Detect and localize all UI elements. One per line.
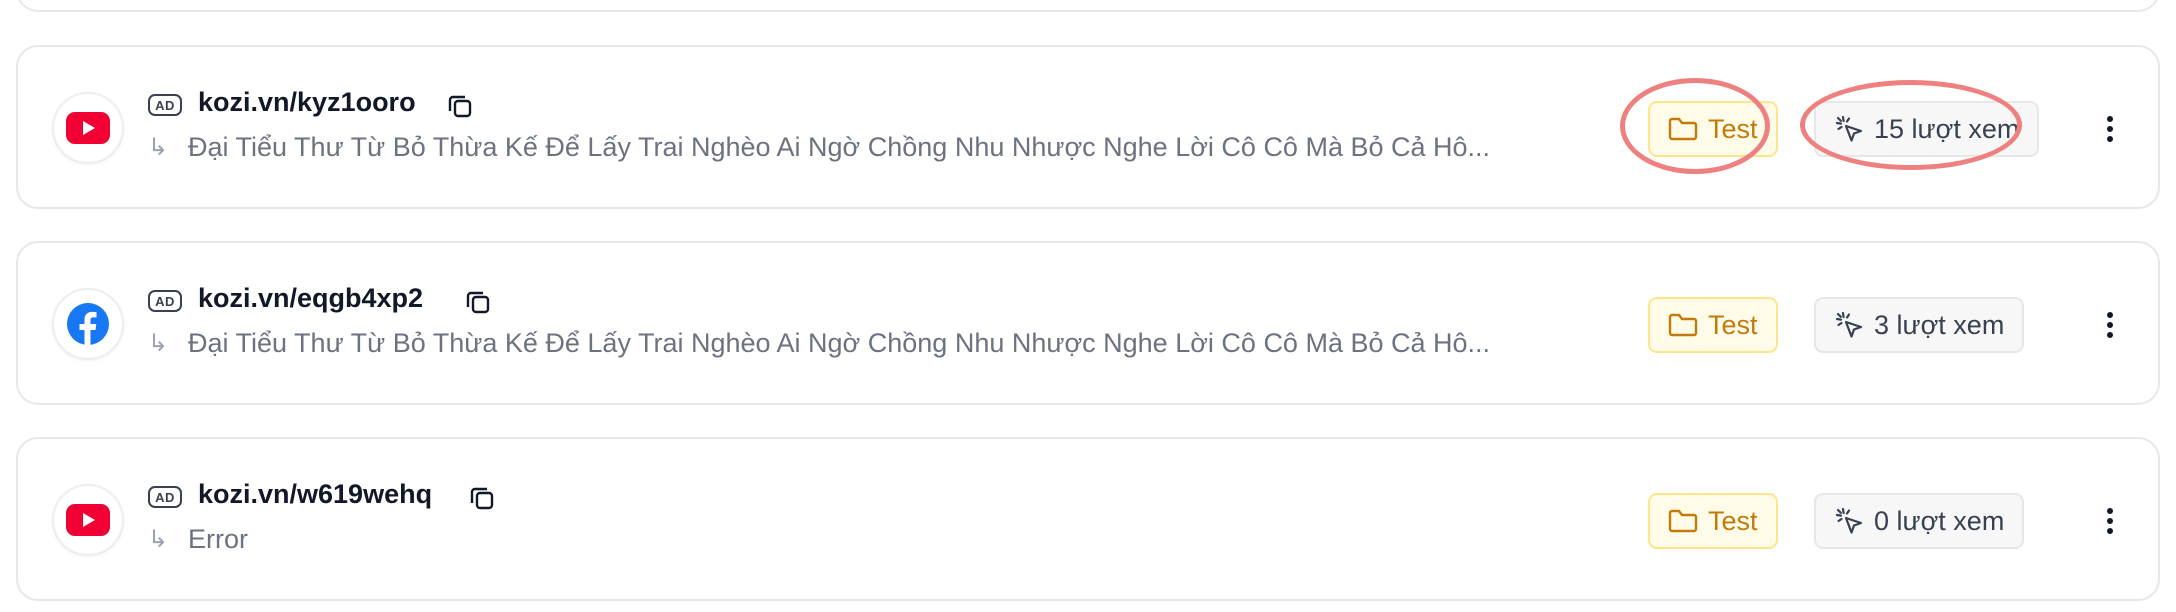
folder-icon — [1668, 117, 1698, 141]
views-count: 3 lượt xem — [1874, 309, 2005, 340]
link-card[interactable]: AD kozi.vn/kyz1ooro ↳ Đại Tiểu Thư Từ Bỏ… — [16, 45, 2160, 209]
link-title: Đại Tiểu Thư Từ Bỏ Thừa Kế Để Lấy Trai N… — [188, 132, 1491, 162]
folder-icon — [1668, 509, 1698, 533]
more-vertical-icon — [2107, 312, 2113, 338]
copy-link-button[interactable] — [466, 482, 498, 514]
copy-link-button[interactable] — [444, 90, 476, 122]
short-link[interactable]: kozi.vn/w619wehq — [198, 479, 432, 510]
short-link[interactable]: kozi.vn/kyz1ooro — [198, 87, 416, 118]
click-cursor-icon — [1835, 311, 1863, 338]
destination-arrow: ↳ — [148, 330, 169, 357]
views-tag[interactable]: 3 lượt xem — [1814, 297, 2025, 353]
copy-icon — [466, 291, 490, 314]
folder-tag-label: Test — [1708, 113, 1758, 144]
more-options-button[interactable] — [2088, 303, 2132, 347]
short-link[interactable]: kozi.vn/eqgb4xp2 — [198, 283, 423, 314]
link-card[interactable]: AD kozi.vn/w619wehq ↳ Error Test 0 lượt … — [16, 437, 2160, 601]
views-count: 15 lượt xem — [1874, 113, 2020, 144]
ad-badge: AD — [148, 94, 182, 116]
ad-badge: AD — [148, 290, 182, 312]
folder-tag-label: Test — [1708, 505, 1758, 536]
views-count: 0 lượt xem — [1874, 505, 2005, 536]
platform-avatar — [52, 288, 124, 360]
click-cursor-icon — [1835, 115, 1863, 142]
link-title: Error — [188, 524, 248, 554]
previous-link-card-partial[interactable] — [16, 0, 2160, 12]
more-vertical-icon — [2107, 116, 2113, 142]
copy-icon — [448, 95, 472, 118]
youtube-icon — [66, 112, 110, 144]
platform-avatar — [52, 484, 124, 556]
copy-link-button[interactable] — [462, 286, 494, 318]
folder-tag-label: Test — [1708, 309, 1758, 340]
platform-avatar — [52, 92, 124, 164]
destination-arrow: ↳ — [148, 134, 169, 161]
link-card[interactable]: AD kozi.vn/eqgb4xp2 ↳ Đại Tiểu Thư Từ Bỏ… — [16, 241, 2160, 405]
copy-icon — [470, 487, 494, 510]
facebook-icon — [67, 303, 109, 346]
folder-tag[interactable]: Test — [1648, 493, 1778, 549]
ad-badge: AD — [148, 486, 182, 508]
folder-icon — [1668, 313, 1698, 337]
link-list: AD kozi.vn/kyz1ooro ↳ Đại Tiểu Thư Từ Bỏ… — [0, 0, 2176, 612]
views-tag[interactable]: 0 lượt xem — [1814, 493, 2025, 549]
folder-tag[interactable]: Test — [1648, 101, 1778, 157]
more-vertical-icon — [2107, 508, 2113, 534]
more-options-button[interactable] — [2088, 107, 2132, 151]
link-title: Đại Tiểu Thư Từ Bỏ Thừa Kế Để Lấy Trai N… — [188, 328, 1491, 358]
destination-arrow: ↳ — [148, 526, 169, 553]
views-tag[interactable]: 15 lượt xem — [1814, 101, 2040, 157]
folder-tag[interactable]: Test — [1648, 297, 1778, 353]
more-options-button[interactable] — [2088, 499, 2132, 543]
click-cursor-icon — [1835, 507, 1863, 534]
youtube-icon — [66, 504, 110, 536]
